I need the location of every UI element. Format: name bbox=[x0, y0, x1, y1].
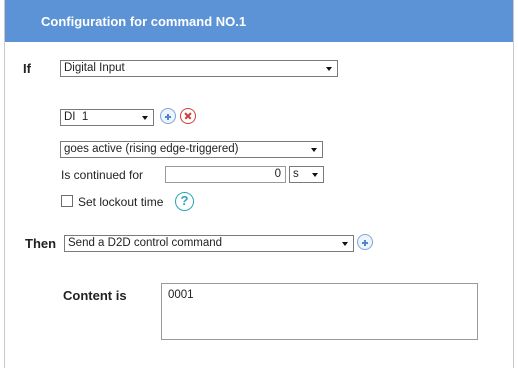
help-icon[interactable]: ? bbox=[175, 192, 194, 211]
time-unit-value: s bbox=[293, 168, 299, 180]
action-select[interactable]: Send a D2D control command bbox=[64, 235, 354, 252]
action-value: Send a D2D control command bbox=[68, 237, 223, 249]
condition-value: goes active (rising edge-triggered) bbox=[64, 143, 239, 155]
trigger-type-value: Digital Input bbox=[64, 62, 125, 74]
channel-value: DI 1 bbox=[64, 111, 89, 123]
channel-select[interactable]: DI 1 bbox=[60, 109, 154, 126]
if-label: If bbox=[23, 61, 31, 76]
chevron-down-icon bbox=[323, 62, 336, 75]
trigger-type-select[interactable]: Digital Input bbox=[60, 60, 338, 77]
chevron-down-icon bbox=[308, 143, 321, 156]
command-config-panel: Configuration for command NO.1 If Digita… bbox=[4, 0, 514, 368]
add-channel-button[interactable] bbox=[160, 108, 176, 124]
chevron-down-icon bbox=[309, 168, 322, 181]
content-label: Content is bbox=[63, 288, 127, 303]
panel-header: Configuration for command NO.1 bbox=[5, 0, 513, 42]
chevron-down-icon bbox=[139, 111, 152, 124]
lockout-time-checkbox[interactable] bbox=[61, 195, 73, 207]
content-textarea[interactable]: 0001 bbox=[161, 283, 478, 340]
chevron-down-icon bbox=[339, 237, 352, 250]
continued-for-input[interactable]: 0 bbox=[165, 166, 286, 183]
condition-select[interactable]: goes active (rising edge-triggered) bbox=[60, 141, 323, 158]
time-unit-select[interactable]: s bbox=[289, 166, 324, 183]
continued-for-label: Is continued for bbox=[61, 168, 144, 182]
lockout-time-label: Set lockout time bbox=[78, 195, 164, 209]
remove-channel-button[interactable] bbox=[180, 108, 196, 124]
then-label: Then bbox=[25, 236, 57, 251]
add-action-button[interactable] bbox=[357, 234, 373, 250]
